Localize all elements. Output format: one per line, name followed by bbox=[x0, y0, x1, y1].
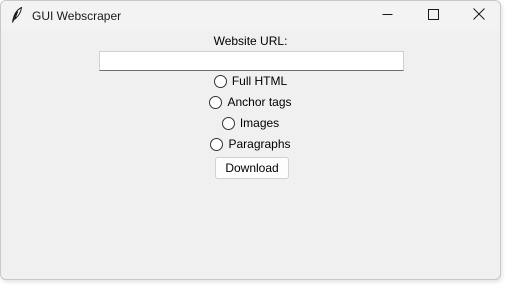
radio-label: Anchor tags bbox=[227, 95, 292, 109]
radio-label: Full HTML bbox=[231, 74, 288, 88]
radio-label: Images bbox=[239, 116, 280, 130]
radio-button[interactable] bbox=[221, 116, 235, 130]
maximize-button[interactable] bbox=[410, 1, 456, 31]
radio-paragraphs[interactable]: Paragraphs bbox=[1, 135, 500, 153]
url-label: Website URL: bbox=[213, 34, 288, 48]
title-bar[interactable]: GUI Webscraper bbox=[1, 1, 500, 31]
window-title: GUI Webscraper bbox=[32, 9, 122, 23]
radio-label: Paragraphs bbox=[228, 137, 291, 151]
download-button[interactable]: Download bbox=[215, 157, 289, 179]
close-icon bbox=[473, 7, 485, 25]
minimize-icon bbox=[382, 7, 393, 25]
main-content: Website URL: Full HTML Anchor tags Image… bbox=[1, 31, 500, 279]
radio-full-html[interactable]: Full HTML bbox=[1, 72, 500, 90]
radio-anchor-tags[interactable]: Anchor tags bbox=[1, 93, 500, 111]
radio-images[interactable]: Images bbox=[1, 114, 500, 132]
minimize-button[interactable] bbox=[364, 1, 410, 31]
app-window: GUI Webscraper Website URL: Full HTML An… bbox=[0, 0, 501, 280]
close-button[interactable] bbox=[456, 1, 500, 31]
radio-button[interactable] bbox=[213, 74, 227, 88]
radio-button[interactable] bbox=[210, 137, 224, 151]
url-input[interactable] bbox=[99, 51, 404, 71]
radio-button[interactable] bbox=[209, 95, 223, 109]
feather-icon bbox=[11, 6, 23, 23]
maximize-icon bbox=[427, 7, 439, 25]
